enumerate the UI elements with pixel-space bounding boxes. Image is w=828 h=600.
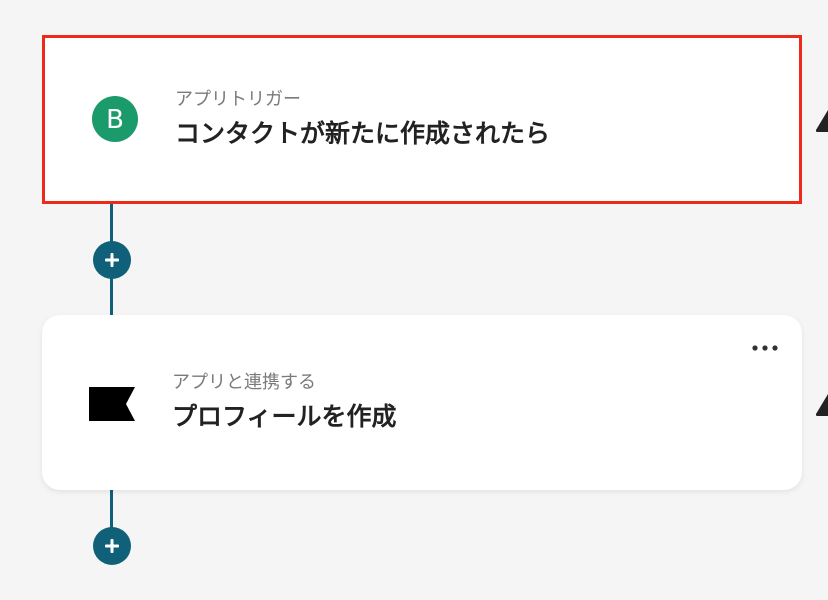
trigger-step-card[interactable]: B アプリトリガー コンタクトが新たに作成されたら [42,35,802,204]
action-step-title: プロフィールを作成 [172,402,397,431]
add-step-button[interactable] [93,241,131,279]
trigger-step-type-label: アプリトリガー [175,89,301,110]
partial-warning-icon [816,110,828,132]
brevo-app-icon: B [92,96,138,142]
partial-warning-icon [816,394,828,416]
black-flag-app-icon [89,381,135,427]
add-step-button[interactable] [93,527,131,565]
step-menu-button[interactable] [750,341,780,355]
plus-icon [105,539,119,553]
more-horizontal-icon [752,345,778,351]
action-step-type-label: アプリと連携する [172,372,316,393]
brevo-icon-letter: B [106,105,124,135]
plus-icon [105,253,119,267]
action-step-card[interactable]: アプリと連携する プロフィールを作成 [42,315,802,490]
trigger-step-title: コンタクトが新たに作成されたら [175,119,551,148]
